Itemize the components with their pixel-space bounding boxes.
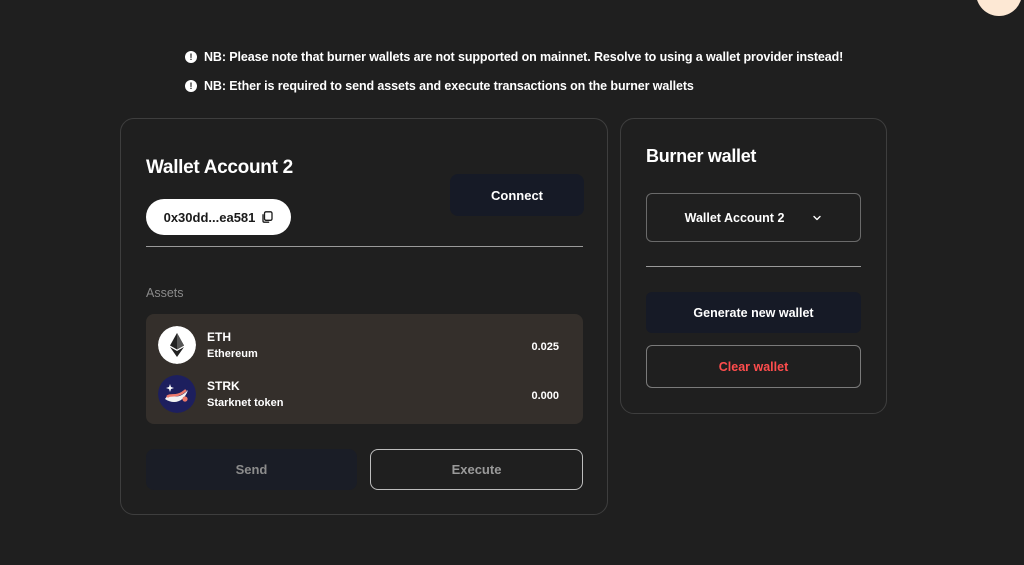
generate-new-wallet-button[interactable]: Generate new wallet <box>646 292 861 333</box>
wallet-address: 0x30dd...ea581 <box>163 209 256 225</box>
ethereum-icon <box>158 326 196 364</box>
selected-wallet: Wallet Account 2 <box>684 210 785 225</box>
asset-name: Ethereum <box>207 348 258 360</box>
notice-ether-required: ! NB: Ether is required to send assets a… <box>185 77 843 95</box>
asset-symbol: ETH <box>207 330 231 344</box>
wallet-account-card: Wallet Account 2 0x30dd...ea581 Connect … <box>120 118 608 515</box>
asset-name: Starknet token <box>207 397 284 409</box>
divider <box>646 266 861 267</box>
chevron-down-icon <box>813 215 822 220</box>
execute-button[interactable]: Execute <box>370 449 583 490</box>
starknet-icon <box>158 375 196 413</box>
wallet-select-dropdown[interactable]: Wallet Account 2 <box>646 193 861 242</box>
divider <box>146 246 583 247</box>
send-button[interactable]: Send <box>146 449 357 490</box>
burner-wallet-title: Burner wallet <box>646 146 757 166</box>
asset-symbol: STRK <box>207 379 240 393</box>
exclamation-icon: ! <box>185 51 197 63</box>
asset-row-eth: ETH Ethereum 0.025 <box>158 326 571 366</box>
notice-mainnet: ! NB: Please note that burner wallets ar… <box>185 48 843 66</box>
address-copy-button[interactable]: 0x30dd...ea581 <box>146 199 291 235</box>
asset-balance: 0.000 <box>531 390 559 402</box>
copy-icon <box>262 211 274 223</box>
asset-balance: 0.025 <box>531 341 559 353</box>
assets-list: ETH Ethereum 0.025 STRK Starknet token 0… <box>146 314 583 424</box>
exclamation-icon: ! <box>185 80 197 92</box>
notice-list: ! NB: Please note that burner wallets ar… <box>185 48 843 106</box>
asset-row-strk: STRK Starknet token 0.000 <box>158 375 571 415</box>
notice-text: NB: Ether is required to send assets and… <box>204 79 694 93</box>
user-avatar[interactable] <box>976 0 1022 16</box>
assets-label: Assets <box>146 286 184 300</box>
connect-button[interactable]: Connect <box>450 174 584 216</box>
burner-wallet-card: Burner wallet Wallet Account 2 Generate … <box>620 118 887 414</box>
clear-wallet-button[interactable]: Clear wallet <box>646 345 861 388</box>
notice-text: NB: Please note that burner wallets are … <box>204 50 844 64</box>
wallet-account-title: Wallet Account 2 <box>146 157 293 178</box>
